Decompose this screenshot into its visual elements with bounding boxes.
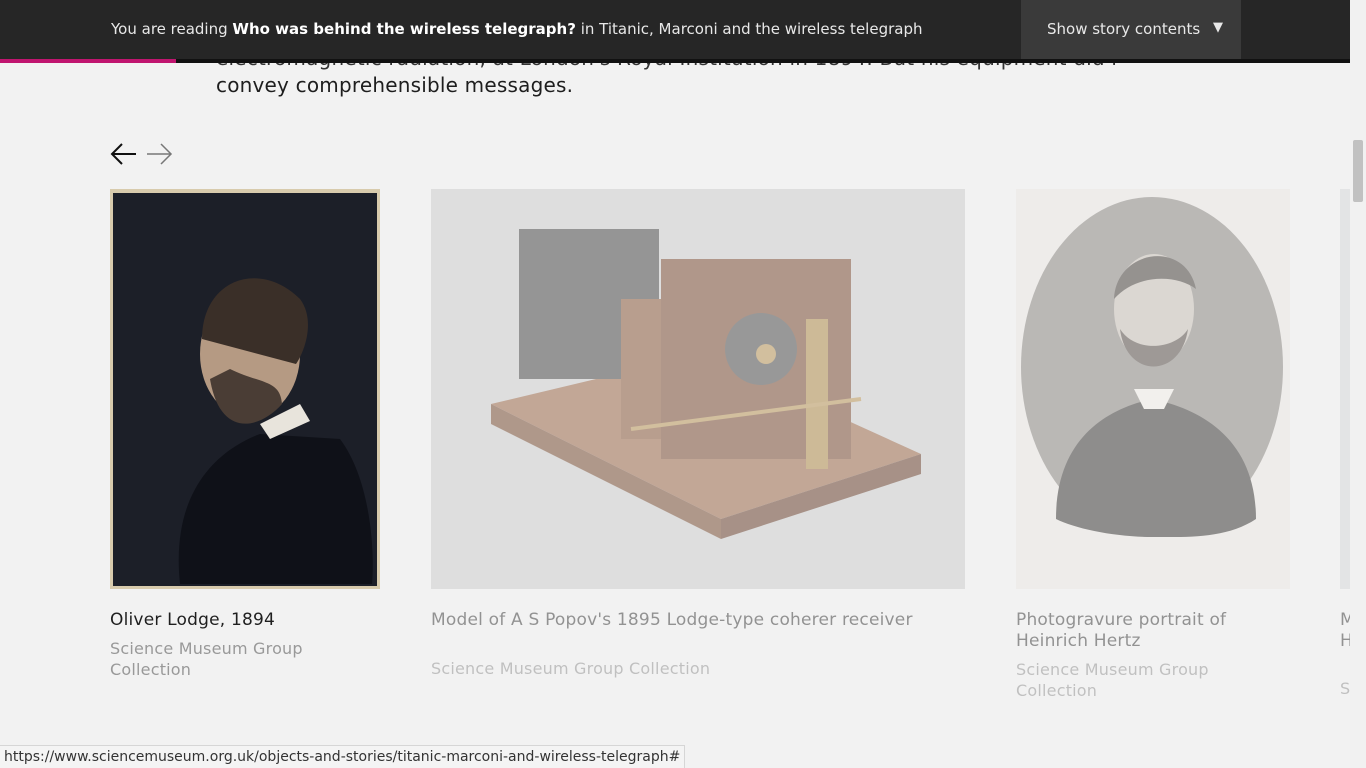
contents-button-label: Show story contents <box>1047 20 1201 38</box>
story-title[interactable]: Who was behind the wireless telegraph? <box>232 20 576 38</box>
reading-in: in <box>580 20 595 38</box>
card-title-fragment[interactable]: H <box>1340 631 1350 651</box>
card-credit: Science Museum Group Collection <box>110 639 303 679</box>
carousel-prev-button[interactable] <box>110 141 138 167</box>
reading-prefix: You are reading <box>111 20 228 38</box>
reading-progress-bar <box>0 59 1350 63</box>
arrow-left-icon <box>110 143 136 165</box>
card-image-heinrich-hertz[interactable] <box>1016 189 1290 589</box>
card-credit: Science Museum Group Collection <box>1016 660 1209 700</box>
arrow-right-icon <box>147 143 173 165</box>
card-image-partial[interactable] <box>1340 189 1350 589</box>
carousel-card-partial[interactable]: M H S <box>1340 189 1350 709</box>
card-title[interactable]: Model of A S Popov's 1895 Lodge-type coh… <box>431 610 913 631</box>
article-line: convey comprehensible messages. <box>216 73 574 97</box>
card-image-coherer-receiver[interactable] <box>431 189 965 589</box>
card-credit-fragment: S <box>1340 679 1350 698</box>
card-title[interactable]: Oliver Lodge, 1894 <box>110 610 275 631</box>
chevron-down-icon: ▼ <box>1213 20 1223 35</box>
status-bar-url: https://www.sciencemuseum.org.uk/objects… <box>0 745 686 768</box>
carousel-next-button[interactable] <box>145 141 173 167</box>
card-credit: Science Museum Group Collection <box>431 659 711 678</box>
card-title-fragment[interactable]: M <box>1340 610 1350 630</box>
show-story-contents-button[interactable]: Show story contents ▼ <box>1021 0 1241 59</box>
scrollbar-thumb[interactable] <box>1353 140 1363 202</box>
card-image-oliver-lodge[interactable] <box>110 189 380 589</box>
collection-title[interactable]: Titanic, Marconi and the wireless telegr… <box>599 20 922 38</box>
reading-progress-fill <box>0 59 176 63</box>
reading-status: You are reading Who was behind the wirel… <box>111 20 922 38</box>
page-scrollbar[interactable] <box>1350 0 1366 768</box>
story-reading-bar: You are reading Who was behind the wirel… <box>0 0 1350 59</box>
card-title[interactable]: Photogravure portrait of Heinrich Hertz <box>1016 610 1290 652</box>
